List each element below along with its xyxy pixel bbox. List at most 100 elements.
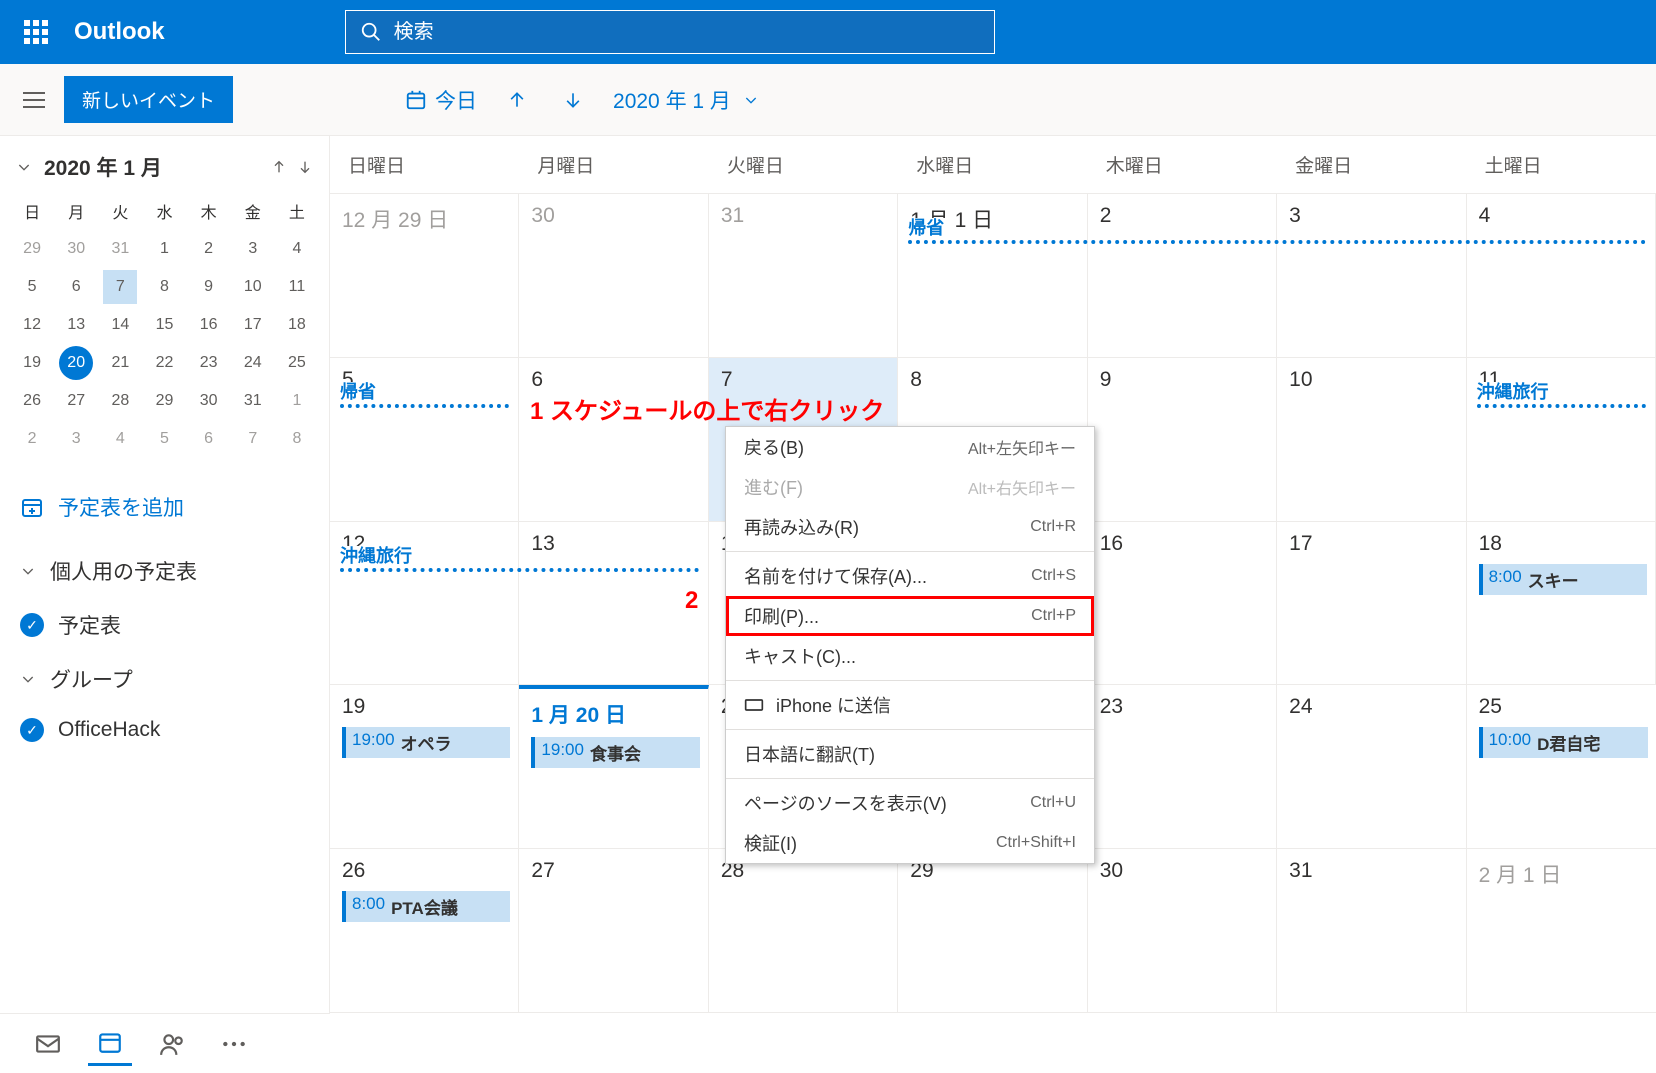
month-picker[interactable]: 2020 年 1 月 xyxy=(601,79,771,121)
mini-day-cell[interactable]: 4 xyxy=(98,420,142,458)
day-cell[interactable]: 2 月 1 日 xyxy=(1467,849,1656,1012)
mini-day-cell[interactable]: 31 xyxy=(98,230,142,268)
mini-day-cell[interactable]: 17 xyxy=(231,306,275,344)
mini-day-cell[interactable]: 27 xyxy=(54,382,98,420)
mini-day-cell[interactable]: 11 xyxy=(275,268,319,306)
search-box[interactable] xyxy=(345,10,995,54)
day-cell[interactable]: 2 xyxy=(1088,194,1277,357)
next-period-button[interactable] xyxy=(545,84,601,116)
calendar-item-group[interactable]: ✓ OfficeHack xyxy=(0,708,329,752)
mini-day-cell[interactable]: 28 xyxy=(98,382,142,420)
app-launcher-button[interactable] xyxy=(16,12,56,52)
day-cell[interactable]: 30 xyxy=(519,194,708,357)
ctx-translate[interactable]: 日本語に翻訳(T) xyxy=(726,734,1094,774)
ctx-send-iphone[interactable]: iPhone に送信 xyxy=(726,685,1094,725)
mini-day-cell[interactable]: 23 xyxy=(187,344,231,382)
mini-cal-collapse-button[interactable] xyxy=(16,159,44,175)
mini-day-cell[interactable]: 2 xyxy=(10,420,54,458)
multiday-event[interactable]: 帰省 xyxy=(908,240,1646,244)
mini-day-cell[interactable]: 16 xyxy=(187,306,231,344)
calendar-button[interactable] xyxy=(88,1022,132,1066)
mini-day-cell[interactable]: 3 xyxy=(231,230,275,268)
mini-day-cell[interactable]: 20 xyxy=(54,344,98,382)
day-cell[interactable]: 3 xyxy=(1277,194,1466,357)
day-cell[interactable]: 2510:00D君自宅 xyxy=(1467,685,1656,848)
day-cell[interactable]: 16 xyxy=(1088,522,1277,685)
day-cell[interactable]: 31 xyxy=(1277,849,1466,1012)
mini-day-cell[interactable]: 19 xyxy=(10,344,54,382)
day-cell[interactable]: 188:00スキー xyxy=(1467,522,1656,685)
mini-day-cell[interactable]: 24 xyxy=(231,344,275,382)
event-chip[interactable]: 8:00スキー xyxy=(1479,564,1647,595)
event-chip[interactable]: 10:00D君自宅 xyxy=(1479,727,1648,758)
new-event-button[interactable]: 新しいイベント xyxy=(64,76,233,123)
day-cell[interactable]: 17 xyxy=(1277,522,1466,685)
day-cell[interactable]: 4 xyxy=(1467,194,1656,357)
more-button[interactable] xyxy=(212,1022,256,1066)
today-button[interactable]: 今日 xyxy=(393,79,489,121)
mini-day-cell[interactable]: 18 xyxy=(275,306,319,344)
mini-day-cell[interactable]: 14 xyxy=(98,306,142,344)
ctx-inspect[interactable]: 検証(I)Ctrl+Shift+I xyxy=(726,823,1094,863)
day-cell[interactable]: 268:00PTA会議 xyxy=(330,849,519,1012)
mini-day-cell[interactable]: 1 xyxy=(142,230,186,268)
mini-cal-prev-button[interactable] xyxy=(271,159,287,175)
people-button[interactable] xyxy=(150,1022,194,1066)
mini-day-cell[interactable]: 7 xyxy=(98,268,142,306)
mini-day-cell[interactable]: 4 xyxy=(275,230,319,268)
section-group[interactable]: グループ xyxy=(0,650,329,708)
ctx-print[interactable]: 印刷(P)...Ctrl+P xyxy=(726,596,1094,636)
event-chip[interactable]: 8:00PTA会議 xyxy=(342,891,510,922)
day-cell[interactable]: 28 xyxy=(709,849,898,1012)
multiday-event[interactable]: 帰省 xyxy=(340,404,509,408)
mini-day-cell[interactable]: 29 xyxy=(10,230,54,268)
mini-day-cell[interactable]: 12 xyxy=(10,306,54,344)
day-cell[interactable]: 27 xyxy=(519,849,708,1012)
mini-day-cell[interactable]: 2 xyxy=(187,230,231,268)
day-cell[interactable]: 10 xyxy=(1277,358,1466,521)
mail-button[interactable] xyxy=(26,1022,70,1066)
mini-day-cell[interactable]: 5 xyxy=(10,268,54,306)
multiday-event[interactable]: 沖縄旅行 xyxy=(1477,404,1646,408)
mini-day-cell[interactable]: 31 xyxy=(231,382,275,420)
day-cell[interactable]: 1919:00オペラ xyxy=(330,685,519,848)
mini-day-cell[interactable]: 7 xyxy=(231,420,275,458)
ctx-reload[interactable]: 再読み込み(R)Ctrl+R xyxy=(726,507,1094,547)
ctx-save-as[interactable]: 名前を付けて保存(A)...Ctrl+S xyxy=(726,556,1094,596)
day-cell[interactable]: 31 xyxy=(709,194,898,357)
mini-day-cell[interactable]: 5 xyxy=(142,420,186,458)
event-chip[interactable]: 19:00オペラ xyxy=(342,727,510,758)
day-cell[interactable]: 13 xyxy=(519,522,708,685)
day-cell[interactable]: 23 xyxy=(1088,685,1277,848)
section-personal[interactable]: 個人用の予定表 xyxy=(0,542,329,600)
mini-day-cell[interactable]: 30 xyxy=(54,230,98,268)
search-input[interactable] xyxy=(394,21,980,44)
mini-day-cell[interactable]: 8 xyxy=(275,420,319,458)
mini-day-cell[interactable]: 21 xyxy=(98,344,142,382)
day-cell[interactable]: 9 xyxy=(1088,358,1277,521)
day-cell[interactable]: 12 月 29 日 xyxy=(330,194,519,357)
multiday-event[interactable]: 沖縄旅行 xyxy=(340,568,699,572)
nav-toggle-button[interactable] xyxy=(12,78,56,122)
day-cell[interactable]: 1 月 20 日19:00食事会 xyxy=(519,685,708,848)
mini-day-cell[interactable]: 3 xyxy=(54,420,98,458)
ctx-cast[interactable]: キャスト(C)... xyxy=(726,636,1094,676)
mini-day-cell[interactable]: 8 xyxy=(142,268,186,306)
mini-day-cell[interactable]: 30 xyxy=(187,382,231,420)
mini-day-cell[interactable]: 25 xyxy=(275,344,319,382)
mini-day-cell[interactable]: 22 xyxy=(142,344,186,382)
add-calendar-button[interactable]: 予定表を追加 xyxy=(0,464,329,542)
mini-day-cell[interactable]: 9 xyxy=(187,268,231,306)
prev-period-button[interactable] xyxy=(489,84,545,116)
mini-day-cell[interactable]: 1 xyxy=(275,382,319,420)
mini-cal-next-button[interactable] xyxy=(297,159,313,175)
ctx-view-source[interactable]: ページのソースを表示(V)Ctrl+U xyxy=(726,783,1094,823)
ctx-back[interactable]: 戻る(B)Alt+左矢印キー xyxy=(726,427,1094,467)
day-cell[interactable]: 29 xyxy=(898,849,1087,1012)
mini-day-cell[interactable]: 10 xyxy=(231,268,275,306)
mini-day-cell[interactable]: 29 xyxy=(142,382,186,420)
mini-day-cell[interactable]: 6 xyxy=(187,420,231,458)
day-cell[interactable]: 30 xyxy=(1088,849,1277,1012)
mini-day-cell[interactable]: 26 xyxy=(10,382,54,420)
calendar-item-default[interactable]: ✓ 予定表 xyxy=(0,600,329,650)
